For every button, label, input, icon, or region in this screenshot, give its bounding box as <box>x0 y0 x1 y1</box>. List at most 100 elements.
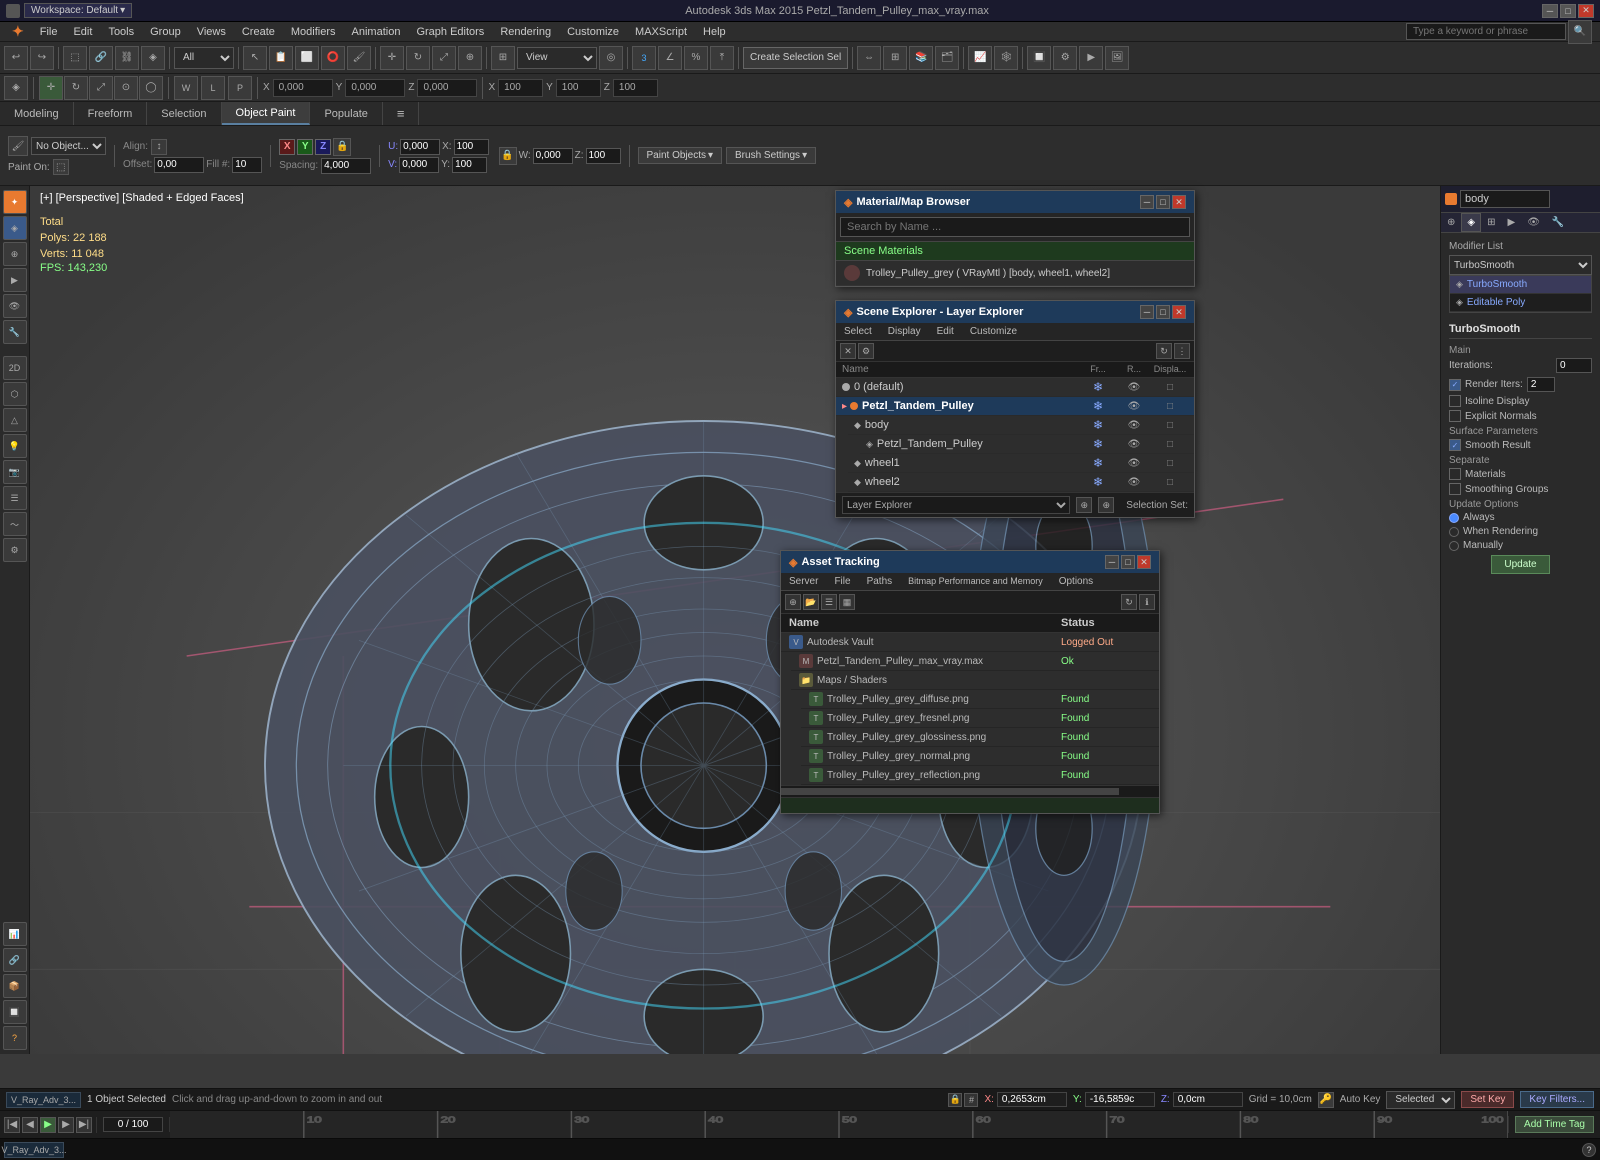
tab-modeling[interactable]: Modeling <box>0 102 74 125</box>
object-name-input[interactable] <box>1460 190 1550 208</box>
x-transform-input[interactable] <box>273 79 333 97</box>
y-transform-input[interactable] <box>345 79 405 97</box>
scale-mode-btn[interactable]: ⤢ <box>89 76 113 100</box>
viewport[interactable]: [+] [Perspective] [Shaded + Edged Faces]… <box>30 186 1440 1054</box>
lock-u-btn[interactable]: 🔒 <box>499 147 517 165</box>
timeline-ruler[interactable]: 10 20 30 40 50 60 70 80 90 100 <box>170 1111 1508 1138</box>
coord-lock-icon[interactable]: 🔒 <box>948 1093 962 1107</box>
menu-graph-editors[interactable]: Graph Editors <box>408 24 492 40</box>
asset-menu-paths[interactable]: Paths <box>859 573 901 590</box>
layer-explorer-header[interactable]: ◈ Scene Explorer - Layer Explorer ─ □ ✕ <box>836 301 1194 323</box>
explicit-normals-checkbox[interactable] <box>1449 410 1461 422</box>
x-uvw-input[interactable] <box>454 139 489 155</box>
menu-maxscript[interactable]: MAXScript <box>627 24 695 40</box>
asset-tracking-close[interactable]: ✕ <box>1137 555 1151 569</box>
selected-dropdown[interactable]: Selected <box>1386 1091 1455 1109</box>
refcoord-btn[interactable]: ⊞ <box>491 46 515 70</box>
set-key-button[interactable]: Set Key <box>1461 1091 1514 1108</box>
schematic-btn[interactable]: 🕸 <box>994 46 1018 70</box>
sidebar-shapes-btn[interactable]: △ <box>3 408 27 432</box>
asset-row-maps[interactable]: 📁 Maps / Shaders <box>791 671 1159 690</box>
sidebar-helpers-btn[interactable]: ☰ <box>3 486 27 510</box>
world-space-btn[interactable]: W <box>174 76 198 100</box>
w-input[interactable] <box>533 148 573 164</box>
panel-tab-utilities[interactable]: 🔧 <box>1546 213 1570 232</box>
update-button[interactable]: Update <box>1491 555 1549 574</box>
panel-tab-motion[interactable]: ▶ <box>1501 213 1521 232</box>
place-mode-btn[interactable]: ⊙ <box>114 76 138 100</box>
layer-menu-display[interactable]: Display <box>880 323 929 340</box>
materials-checkbox[interactable] <box>1449 468 1461 480</box>
mat-browser-close[interactable]: ✕ <box>1172 195 1186 209</box>
bind-btn[interactable]: ◈ <box>141 46 165 70</box>
sidebar-motion-btn[interactable]: ▶ <box>3 268 27 292</box>
sidebar-display-btn[interactable]: 👁 <box>3 294 27 318</box>
asset-row-normal[interactable]: T Trolley_Pulley_grey_normal.png Found <box>801 747 1159 766</box>
layer-explorer-maximize[interactable]: □ <box>1156 305 1170 319</box>
render-setup-btn[interactable]: ⚙ <box>1053 46 1077 70</box>
selection-filter-btn[interactable]: ◈ <box>4 76 28 100</box>
sidebar-spacewarp-btn[interactable]: 〜 <box>3 512 27 536</box>
modifier-editable-poly[interactable]: ◈ Editable Poly <box>1450 294 1591 312</box>
y-scale-input[interactable] <box>556 79 601 97</box>
refcoord-dropdown[interactable]: View <box>517 47 597 69</box>
sidebar-mat-btn[interactable]: 🔲 <box>3 1000 27 1024</box>
mat-editor-btn[interactable]: 🔲 <box>1027 46 1051 70</box>
asset-tracking-maximize[interactable]: □ <box>1121 555 1135 569</box>
tab-object-paint[interactable]: Object Paint <box>222 102 311 125</box>
render-iters-checkbox[interactable] <box>1449 379 1461 391</box>
layer-explorer-close[interactable]: ✕ <box>1172 305 1186 319</box>
layer-row-wheel1[interactable]: ◆ wheel1 ❄ 👁 □ <box>848 454 1194 473</box>
offset-input[interactable] <box>154 157 204 173</box>
menu-rendering[interactable]: Rendering <box>492 24 559 40</box>
asset-row-maxfile[interactable]: M Petzl_Tandem_Pulley_max_vray.max Ok <box>791 652 1159 671</box>
sidebar-lights-btn[interactable]: 💡 <box>3 434 27 458</box>
unlink-btn[interactable]: ⛓ <box>115 46 139 70</box>
close-button[interactable]: ✕ <box>1578 4 1594 18</box>
layer-settings-btn[interactable]: ⚙ <box>858 343 874 359</box>
modifier-turbsmooth[interactable]: ◈ TurboSmooth <box>1450 276 1591 294</box>
align-icon[interactable]: ↕ <box>151 139 167 155</box>
select-btn[interactable]: ⬚ <box>63 46 87 70</box>
sidebar-utilities-btn[interactable]: 🔧 <box>3 320 27 344</box>
paint-on-icon[interactable]: ⬚ <box>53 159 69 175</box>
menu-group[interactable]: Group <box>142 24 189 40</box>
menu-animation[interactable]: Animation <box>344 24 409 40</box>
asset-menu-server[interactable]: Server <box>781 573 826 590</box>
workspace-button[interactable]: Workspace: Default ▾ <box>24 3 132 18</box>
modifier-dropdown[interactable]: TurboSmooth <box>1449 255 1592 275</box>
spacing-input[interactable] <box>321 158 371 174</box>
percent-snap-btn[interactable]: % <box>684 46 708 70</box>
menu-modifiers[interactable]: Modifiers <box>283 24 344 40</box>
mirror-btn[interactable]: ⇔ <box>857 46 881 70</box>
select-object-btn[interactable]: ↖ <box>243 46 267 70</box>
asset-row-reflection[interactable]: T Trolley_Pulley_grey_reflection.png Fou… <box>801 766 1159 785</box>
axis-lock-btn[interactable]: 🔒 <box>333 138 351 156</box>
asset-tb-info[interactable]: ℹ <box>1139 594 1155 610</box>
mat-browser-header[interactable]: ◈ Material/Map Browser ─ □ ✕ <box>836 191 1194 213</box>
menu-file[interactable]: File <box>32 24 66 40</box>
pivot-btn[interactable]: ◎ <box>599 46 623 70</box>
layer-row-petzl2[interactable]: ◈ Petzl_Tandem_Pulley ❄ 👁 □ <box>860 435 1194 454</box>
asset-menu-options[interactable]: Options <box>1051 573 1101 590</box>
fill-input[interactable] <box>232 157 262 173</box>
v-input[interactable] <box>399 157 439 173</box>
snap-btn[interactable]: 3 <box>632 46 656 70</box>
render-frame-btn[interactable]: ▶ <box>1079 46 1103 70</box>
mat-browser-minimize[interactable]: ─ <box>1140 195 1154 209</box>
layer-add-btn[interactable]: ✕ <box>840 343 856 359</box>
select-mode-btn[interactable]: ◯ <box>139 76 163 100</box>
u-input[interactable] <box>400 139 440 155</box>
panel-tab-modify[interactable]: ◈ <box>1461 213 1481 232</box>
key-icon[interactable]: 🔑 <box>1318 1092 1334 1108</box>
frame-input[interactable] <box>103 1117 163 1132</box>
key-filters-button[interactable]: Key Filters... <box>1520 1091 1594 1108</box>
tab-freeform[interactable]: Freeform <box>74 102 148 125</box>
sidebar-item-2d[interactable]: 2D <box>3 356 27 380</box>
maximize-button[interactable]: □ <box>1560 4 1576 18</box>
tab-selection[interactable]: Selection <box>147 102 221 125</box>
layer-menu-edit[interactable]: Edit <box>929 323 962 340</box>
always-radio[interactable] <box>1449 513 1459 523</box>
asset-tb-refresh[interactable]: ↻ <box>1121 594 1137 610</box>
timeline-prev-btn[interactable]: ◀ <box>22 1117 38 1133</box>
